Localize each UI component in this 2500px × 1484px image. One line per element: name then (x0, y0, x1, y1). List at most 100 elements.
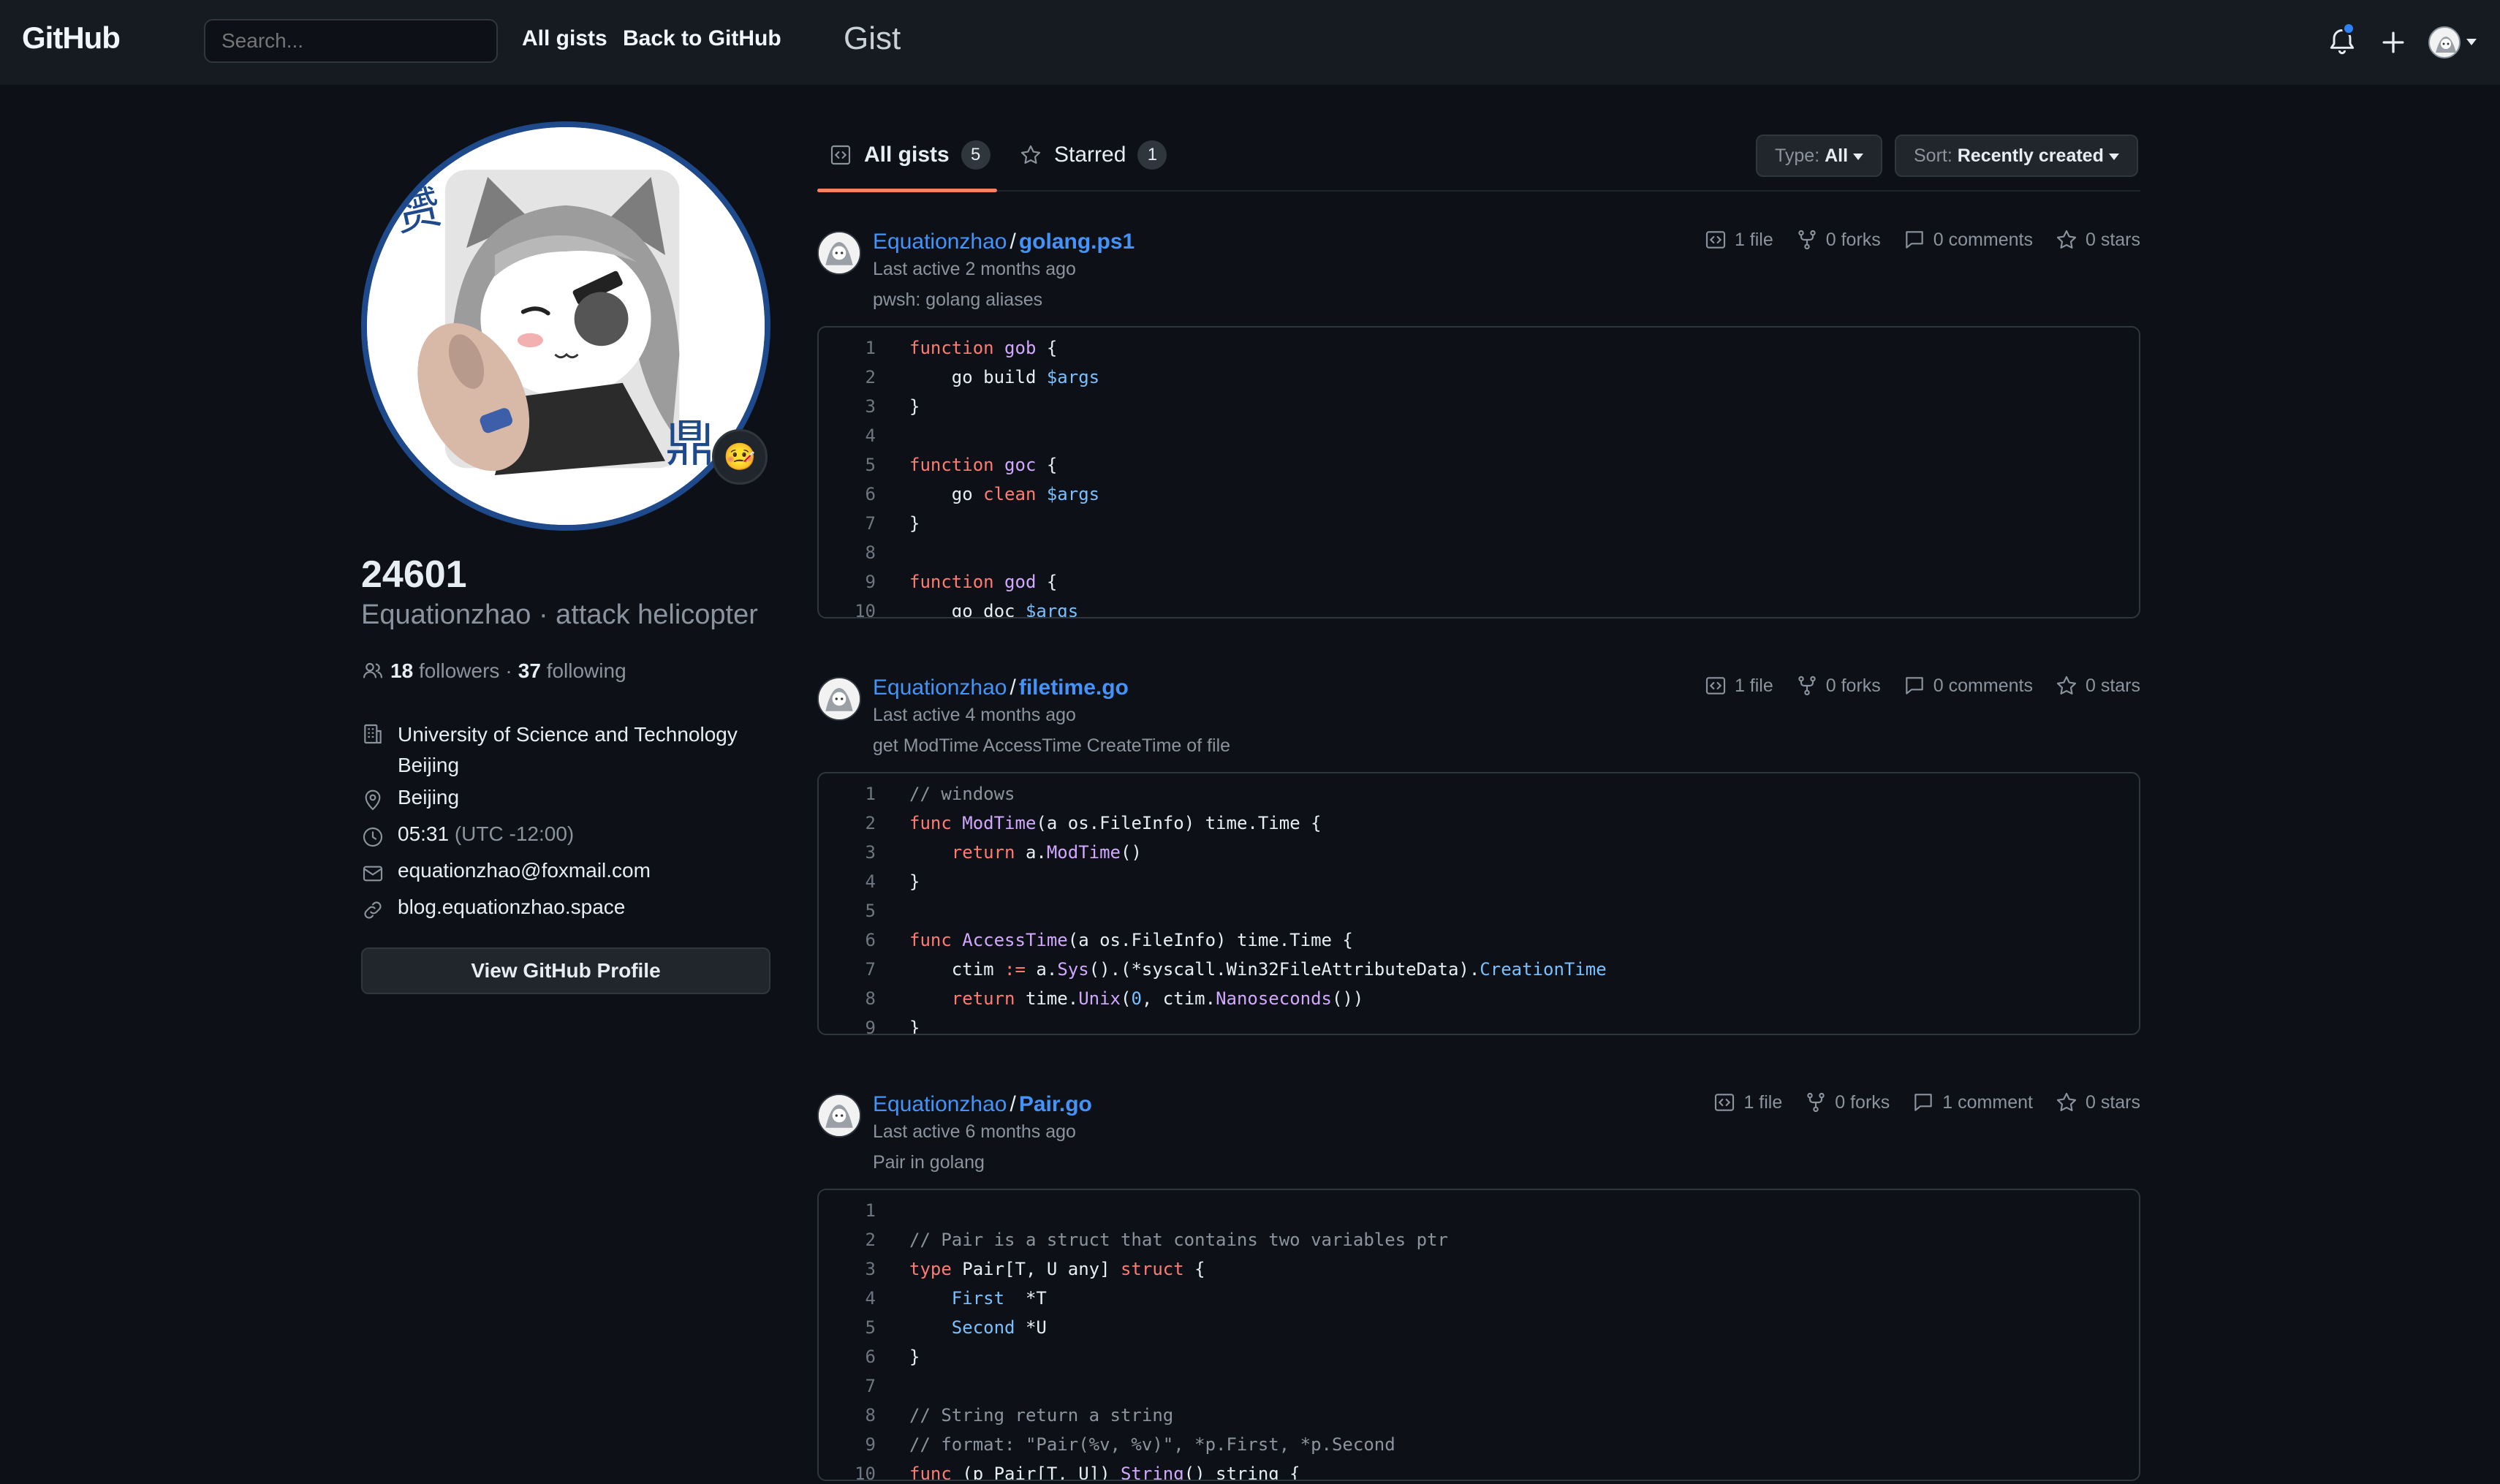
code-line: 5 function goc { (819, 450, 2139, 480)
back-to-github-link[interactable]: Back to GitHub (623, 26, 781, 51)
code-line: 3} (819, 392, 2139, 421)
gist-code-preview[interactable]: 1// windows 2 func ModTime(a os.FileInfo) … (817, 772, 2140, 1035)
gist-owner-avatar[interactable] (817, 677, 861, 721)
vcard-email: equationzhao@foxmail.com (361, 859, 651, 885)
line-number: 4 (865, 871, 876, 892)
code-text: First *T (879, 1284, 1047, 1313)
gist-stars-count: 0 stars (2085, 229, 2140, 250)
gist-title-separator: / (1010, 675, 1016, 700)
tab-starred[interactable]: Starred 1 (1019, 140, 1167, 170)
gist-files-link[interactable]: 1 file (1704, 674, 1773, 697)
gist-forks-link[interactable]: 0 forks (1804, 1091, 1890, 1114)
line-number: 7 (865, 1376, 876, 1396)
gist-owner-link[interactable]: Equationzhao (873, 230, 1007, 254)
gist-name-link[interactable]: golang.ps1 (1019, 230, 1135, 254)
line-number: 9 (865, 1434, 876, 1455)
all-gists-link[interactable]: All gists (522, 26, 607, 51)
line-number: 9 (865, 572, 876, 592)
code-line: 9 // format: "Pair(%v, %v)", *p.First, *p… (819, 1430, 2139, 1459)
gist-stars-link[interactable]: 0 stars (2055, 674, 2140, 697)
gist-stars-link[interactable]: 0 stars (2055, 1091, 2140, 1114)
code-file-icon (1705, 677, 1726, 694)
tab-starred-count: 1 (1137, 140, 1167, 170)
line-number: 1 (865, 338, 876, 358)
tab-all-gists[interactable]: All gists 5 (829, 140, 990, 170)
code-token: a. (1015, 842, 1047, 863)
gist-forks-link[interactable]: 0 forks (1795, 228, 1881, 251)
gist-comments-link[interactable]: 0 comments (1903, 674, 2033, 697)
owner-avatar-image-icon (819, 1095, 860, 1136)
gist-files-link[interactable]: 1 file (1713, 1091, 1782, 1114)
svg-text:鼎: 鼎 (665, 416, 715, 474)
code-token: // Pair is a struct that contains two va… (909, 1230, 1448, 1250)
code-token: , ctim. (1141, 988, 1216, 1009)
sort-filter-label: Sort: (1914, 145, 1952, 166)
line-number: 3 (865, 1259, 876, 1279)
gist-name-link[interactable]: filetime.go (1019, 675, 1129, 700)
gist-code-preview[interactable]: 1 function gob {2 go build $args 3} 4 5 funct… (817, 326, 2140, 618)
code-text: // windows (879, 779, 1015, 809)
followers-link[interactable]: 18 followers (390, 659, 499, 683)
line-number: 8 (865, 1405, 876, 1426)
email-link[interactable]: equationzhao@foxmail.com (398, 859, 651, 882)
code-token: (a os.FileInfo) time.Time { (1067, 930, 1353, 950)
gist-comments-link[interactable]: 0 comments (1903, 228, 2033, 251)
gist-code-preview[interactable]: 1 2 // Pair is a struct that contains two … (817, 1189, 2140, 1481)
view-github-profile-button[interactable]: View GitHub Profile (361, 947, 770, 994)
line-number: 6 (865, 484, 876, 504)
gist-description: pwsh: golang aliases (873, 289, 1043, 310)
people-icon (363, 662, 383, 678)
gist-forks-count: 0 forks (1825, 675, 1881, 696)
gist-owner-link[interactable]: Equationzhao (873, 1092, 1007, 1116)
website-link[interactable]: blog.equationzhao.space (398, 896, 625, 919)
plus-icon[interactable] (2377, 26, 2409, 58)
gist-files-link[interactable]: 1 file (1704, 228, 1773, 251)
line-number: 2 (865, 1230, 876, 1250)
gist-owner-link[interactable]: Equationzhao (873, 675, 1007, 700)
code-token: } (909, 513, 920, 534)
sort-filter-dropdown[interactable]: Sort: Recently created (1895, 135, 2138, 177)
code-line: 6 go clean $args (819, 480, 2139, 509)
following-link[interactable]: 37 following (518, 659, 626, 683)
code-token: () (1121, 842, 1142, 863)
github-gist-logo[interactable]: GitHub Gist (22, 20, 901, 64)
gist-owner-avatar[interactable] (817, 231, 861, 275)
follow-separator: · (505, 659, 512, 682)
gist-forks-link[interactable]: 0 forks (1795, 674, 1881, 697)
gist-last-active: Last active 6 months ago (873, 1121, 1076, 1142)
profile-avatar[interactable]: 赟 鼎 (361, 121, 770, 531)
gist-name-link[interactable]: Pair.go (1019, 1092, 1092, 1116)
avatar-dropdown-caret-icon[interactable] (2466, 39, 2477, 45)
code-text: func ModTime(a os.FileInfo) time.Time { (879, 809, 1322, 838)
code-line: 2 func ModTime(a os.FileInfo) time.Time { (819, 809, 2139, 838)
gist-stars-link[interactable]: 0 stars (2055, 228, 2140, 251)
gist-last-active: Last active 4 months ago (873, 705, 1076, 725)
search-input[interactable] (204, 19, 498, 63)
code-token: ()) (1332, 988, 1364, 1009)
code-token: := (1004, 959, 1026, 980)
code-line: 1 (819, 1196, 2139, 1225)
mail-icon (363, 866, 383, 882)
owner-avatar-image-icon (819, 678, 860, 719)
type-filter-dropdown[interactable]: Type: All (1756, 135, 1883, 177)
code-token: } (909, 1347, 920, 1367)
code-line: 8 return time.Unix(0, ctim.Nanoseconds()… (819, 984, 2139, 1013)
code-text: func AccessTime(a os.FileInfo) time.Time… (879, 925, 1353, 955)
code-token: func (909, 813, 952, 833)
status-emoji-badge[interactable]: 🤒 (712, 429, 768, 485)
gist-comments-link[interactable]: 1 comment (1912, 1091, 2033, 1114)
code-token: func (909, 930, 952, 950)
gist-owner-avatar[interactable] (817, 1094, 861, 1137)
code-text: function goc { (879, 450, 1057, 480)
code-line: 4 (819, 421, 2139, 450)
code-token: () string { (1183, 1464, 1300, 1481)
code-token: Nanoseconds (1216, 988, 1333, 1009)
user-avatar-menu[interactable] (2428, 26, 2461, 58)
gist-files-count: 1 file (1743, 1091, 1783, 1113)
